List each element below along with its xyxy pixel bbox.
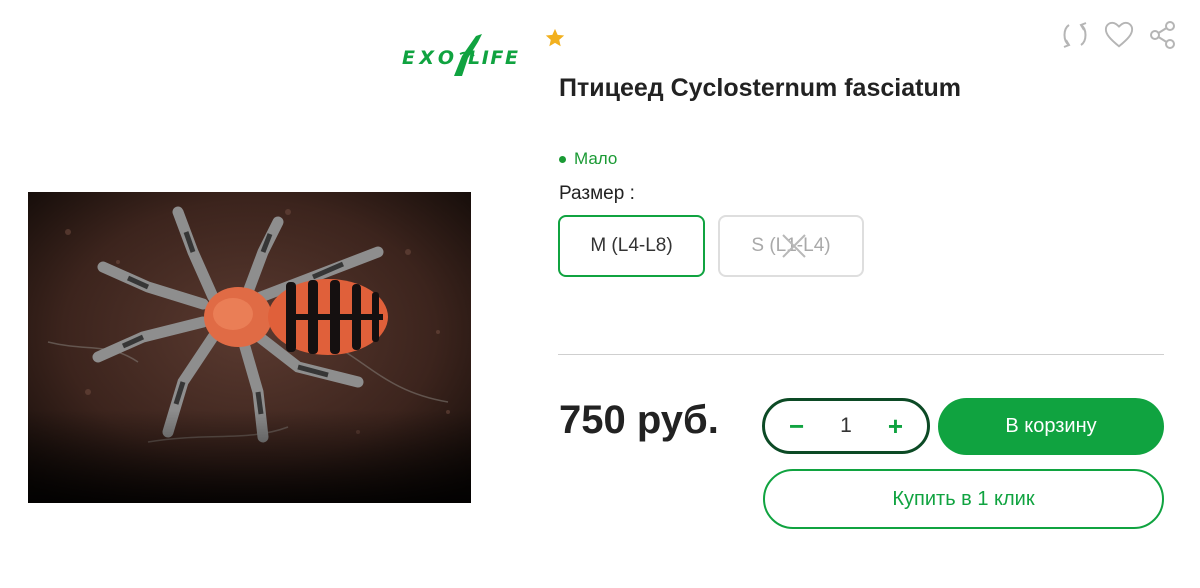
size-option-label: M (L4-L8)	[590, 235, 673, 256]
increase-button[interactable]: +	[888, 413, 903, 439]
quantity-stepper: − 1 +	[762, 398, 930, 454]
size-label: Размер :	[559, 183, 635, 204]
size-option-m[interactable]: M (L4-L8)	[558, 215, 705, 277]
brand-logo[interactable]: EXO LIFE	[402, 32, 520, 80]
compare-icon[interactable]	[1060, 18, 1090, 52]
product-price: 750 руб.	[559, 398, 719, 442]
add-to-cart-button[interactable]: В корзину	[938, 398, 1164, 455]
buy-one-click-button[interactable]: Купить в 1 клик	[763, 469, 1164, 529]
decrease-button[interactable]: −	[789, 413, 804, 439]
stock-dot-icon	[559, 155, 566, 163]
product-actions	[1060, 18, 1178, 52]
svg-text:LIFE: LIFE	[468, 47, 518, 69]
heart-icon[interactable]	[1104, 18, 1134, 52]
divider	[558, 354, 1164, 355]
product-title: Птицеед Cyclosternum fasciatum	[559, 74, 961, 102]
product-photo[interactable]	[28, 192, 471, 503]
size-option-s[interactable]: S (L1-L4)	[718, 215, 864, 277]
svg-text:EXO: EXO	[402, 47, 454, 69]
share-icon[interactable]	[1148, 18, 1178, 52]
stock-status: Мало	[559, 149, 617, 169]
quantity-value[interactable]: 1	[840, 414, 852, 438]
star-icon[interactable]	[544, 27, 566, 49]
stock-text: Мало	[574, 149, 618, 168]
cross-icon	[782, 234, 806, 258]
